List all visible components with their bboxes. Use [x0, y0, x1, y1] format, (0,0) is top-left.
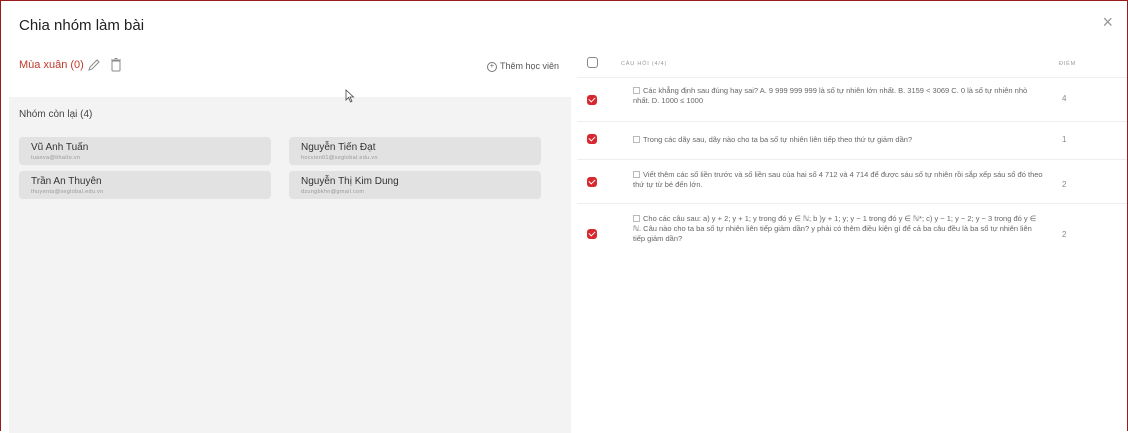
question-row[interactable]: Cho các câu sau: a) y + 2; y + 1; y tron…	[577, 203, 1127, 262]
document-icon	[633, 87, 640, 94]
plus-circle-icon: +	[486, 61, 497, 72]
add-student-label: Thêm học viên	[499, 61, 559, 71]
question-row[interactable]: Các khẳng định sau đúng hay sai? A. 9 99…	[577, 77, 1127, 122]
modal-title: Chia nhóm làm bài	[19, 17, 145, 34]
trash-icon[interactable]	[109, 57, 123, 73]
add-student-button[interactable]: + Thêm học viên	[486, 61, 559, 72]
student-email: tuanva@tihaito.vn	[31, 155, 81, 161]
pencil-icon[interactable]	[87, 58, 101, 72]
question-text-value: Viết thêm các số liền trước và số liền s…	[633, 170, 1043, 189]
question-checkbox[interactable]	[587, 177, 597, 187]
close-icon[interactable]: ×	[1102, 13, 1113, 31]
question-points: 2	[1062, 180, 1067, 189]
questions-panel: CÂU HỎI (4/4) ĐIỂM Các khẳng định sau đú…	[577, 45, 1127, 263]
document-icon	[633, 215, 640, 222]
question-checkbox[interactable]	[587, 95, 597, 105]
question-checkbox[interactable]	[587, 134, 597, 144]
question-column-header: CÂU HỎI (4/4)	[621, 61, 668, 67]
student-card[interactable]: Trần An Thuyên thuyenta@seglobal.edu.vn	[19, 171, 271, 199]
modal: Chia nhóm làm bài × Mùa xuân (0) + Thêm h…	[0, 0, 1128, 433]
student-card[interactable]: Vũ Anh Tuấn tuanva@tihaito.vn	[19, 137, 271, 165]
student-name: Trần An Thuyên	[31, 176, 102, 187]
group-header: Mùa xuân (0) + Thêm học viên	[9, 45, 571, 97]
student-name: Vũ Anh Tuấn	[31, 142, 89, 153]
select-all-checkbox[interactable]	[587, 57, 598, 68]
question-text: Cho các câu sau: a) y + 2; y + 1; y tron…	[633, 214, 1043, 244]
student-name: Nguyễn Thị Kim Dung	[301, 176, 399, 187]
question-checkbox[interactable]	[587, 229, 597, 239]
document-icon	[633, 171, 640, 178]
question-points: 1	[1062, 135, 1067, 144]
question-text-value: Trong các dãy sau, dãy nào cho ta ba số …	[643, 135, 913, 144]
student-email: dzungbkhn@gmail.com	[301, 189, 365, 195]
student-email: thuyenta@seglobal.edu.vn	[31, 189, 104, 195]
question-row[interactable]: Trong các dãy sau, dãy nào cho ta ba số …	[577, 121, 1127, 160]
question-points: 2	[1062, 230, 1067, 239]
question-text-value: Các khẳng định sau đúng hay sai? A. 9 99…	[633, 86, 1028, 105]
student-email: hocvien01@seglobal.edu.vn	[301, 155, 378, 161]
question-row[interactable]: Viết thêm các số liền trước và số liền s…	[577, 159, 1127, 204]
points-column-header: ĐIỂM	[1059, 61, 1076, 67]
mouse-cursor-icon	[345, 89, 355, 103]
document-icon	[633, 136, 640, 143]
question-text-value: Cho các câu sau: a) y + 2; y + 1; y tron…	[633, 214, 1037, 243]
remaining-group-label: Nhóm còn lại (4)	[19, 109, 93, 120]
student-card[interactable]: Nguyễn Thị Kim Dung dzungbkhn@gmail.com	[289, 171, 541, 199]
question-points: 4	[1062, 94, 1067, 103]
question-text: Viết thêm các số liền trước và số liền s…	[633, 170, 1043, 190]
student-card[interactable]: Nguyễn Tiến Đạt hocvien01@seglobal.edu.v…	[289, 137, 541, 165]
group-name[interactable]: Mùa xuân (0)	[19, 59, 84, 71]
student-name: Nguyễn Tiến Đạt	[301, 142, 376, 153]
question-text: Các khẳng định sau đúng hay sai? A. 9 99…	[633, 86, 1043, 106]
question-text: Trong các dãy sau, dãy nào cho ta ba số …	[633, 135, 1043, 145]
groups-panel: Mùa xuân (0) + Thêm học viên Nhóm còn lại…	[9, 45, 571, 433]
